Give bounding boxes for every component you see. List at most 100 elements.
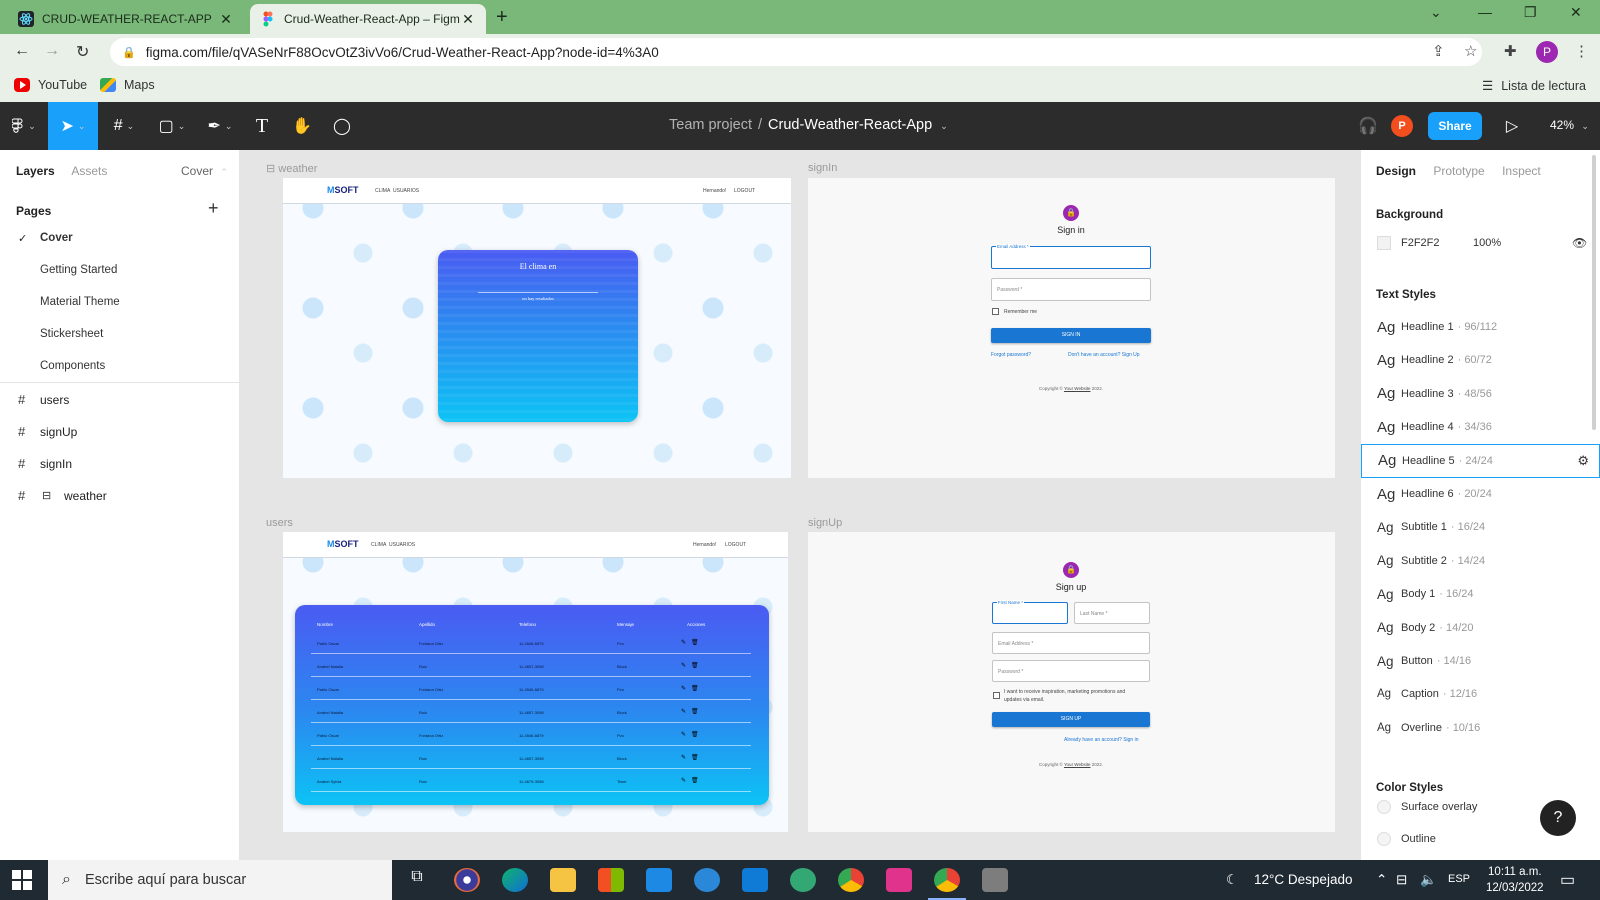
- edit-style-icon[interactable]: ⚙: [1577, 453, 1589, 469]
- background-swatch[interactable]: [1377, 236, 1391, 250]
- page-item-material-theme[interactable]: Material Theme: [40, 296, 120, 308]
- tab-design[interactable]: Design: [1376, 164, 1416, 178]
- signup-frame[interactable]: 🔒 Sign up First Name * Last Name * Email…: [808, 532, 1335, 832]
- users-frame[interactable]: MSOFT CLIMA USUARIOS Hernando! LOGOUT No…: [283, 532, 788, 832]
- menu-icon[interactable]: ⋮: [1574, 42, 1589, 60]
- signin-frame[interactable]: 🔒 Sign in Email Address * Password * Rem…: [808, 178, 1335, 478]
- close-tab-icon[interactable]: ✕: [460, 11, 476, 28]
- chevron-up-icon[interactable]: ⌃: [1376, 872, 1387, 888]
- bookmark-maps[interactable]: Maps: [100, 78, 155, 92]
- user-avatar[interactable]: P: [1391, 115, 1413, 137]
- delete-icon[interactable]: 🗑: [691, 662, 699, 669]
- promo-checkbox[interactable]: [993, 692, 1000, 699]
- chrome-icon[interactable]: [838, 868, 864, 892]
- help-button[interactable]: ?: [1540, 800, 1576, 836]
- remember-checkbox[interactable]: [992, 308, 999, 315]
- tab-prototype[interactable]: Prototype: [1433, 164, 1484, 178]
- text-style-item[interactable]: Ag Overline · 10/16: [1361, 711, 1600, 745]
- text-style-item[interactable]: Ag Headline 1 · 96/112: [1361, 310, 1600, 344]
- canvas[interactable]: ⊟ weather MSOFT CLIMA USUARIOS Hernando!…: [240, 150, 1360, 860]
- bookmark-star-icon[interactable]: ☆: [1464, 42, 1477, 60]
- edit-icon[interactable]: ✎: [681, 708, 686, 715]
- browser-tab-figma[interactable]: Crud-Weather-React-App – Figma ✕: [250, 4, 486, 34]
- windows-start-icon[interactable]: [12, 870, 32, 890]
- task-view-icon[interactable]: ⧉: [404, 868, 430, 892]
- weather-frame[interactable]: MSOFT CLIMA USUARIOS Hernando! LOGOUT El…: [283, 178, 791, 478]
- edit-icon[interactable]: ✎: [681, 685, 686, 692]
- volume-icon[interactable]: 🔈: [1420, 872, 1437, 888]
- restore-icon[interactable]: ❐: [1524, 4, 1537, 21]
- delete-icon[interactable]: 🗑: [691, 754, 699, 761]
- delete-icon[interactable]: 🗑: [691, 708, 699, 715]
- tab-inspect[interactable]: Inspect: [1502, 164, 1541, 178]
- intellij-icon[interactable]: [886, 868, 912, 892]
- comment-tool-button[interactable]: ◯: [326, 102, 358, 150]
- edge-icon[interactable]: [502, 868, 528, 892]
- background-color-value[interactable]: F2F2F2: [1401, 237, 1440, 249]
- edit-icon[interactable]: ✎: [681, 639, 686, 646]
- weather-status[interactable]: 12°C Despejado: [1254, 872, 1352, 887]
- eye-icon[interactable]: 👁: [1572, 236, 1587, 250]
- frame-label-users[interactable]: users: [266, 517, 293, 529]
- email-field[interactable]: Email Address *: [992, 632, 1150, 654]
- layer-signin[interactable]: signIn: [40, 457, 72, 471]
- color-style-outline[interactable]: Outline: [1377, 832, 1436, 846]
- layer-weather[interactable]: weather: [64, 489, 107, 503]
- forward-icon[interactable]: →: [44, 42, 60, 60]
- delete-icon[interactable]: 🗑: [691, 685, 699, 692]
- team-name[interactable]: Team project: [669, 117, 752, 133]
- add-page-icon[interactable]: +: [208, 198, 219, 219]
- text-style-item[interactable]: Ag Body 1 · 16/24: [1361, 577, 1600, 611]
- text-style-item[interactable]: Ag Headline 2 · 60/72: [1361, 343, 1600, 377]
- edit-icon[interactable]: ✎: [681, 777, 686, 784]
- page-item-stickersheet[interactable]: Stickersheet: [40, 328, 103, 340]
- color-style-surface-overlay[interactable]: Surface overlay: [1377, 800, 1477, 814]
- page-switcher[interactable]: Cover ⌃: [181, 164, 228, 178]
- password-field[interactable]: Password *: [991, 278, 1151, 301]
- signup-button[interactable]: SIGN UP: [992, 712, 1150, 727]
- signin-link[interactable]: Already have an account? Sign in: [1064, 737, 1139, 743]
- clock[interactable]: 10:11 a.m. 12/03/2022: [1486, 864, 1544, 896]
- url-field[interactable]: 🔒 figma.com/file/qVASeNrF88OcvOtZ3ivVo6/…: [110, 38, 1482, 66]
- reload-icon[interactable]: ↻: [76, 42, 89, 62]
- layer-users[interactable]: users: [40, 393, 69, 407]
- signin-button[interactable]: SIGN IN: [991, 328, 1151, 343]
- text-tool-button[interactable]: T: [246, 102, 278, 150]
- present-icon[interactable]: ▷: [1500, 102, 1524, 150]
- delete-icon[interactable]: 🗑: [691, 639, 699, 646]
- frame-label-weather[interactable]: ⊟ weather: [266, 162, 317, 175]
- text-style-item[interactable]: Ag Subtitle 2 · 14/24: [1361, 544, 1600, 578]
- page-item-getting-started[interactable]: Getting Started: [40, 264, 117, 276]
- website-link[interactable]: Your Website: [1064, 762, 1091, 767]
- taskbar-search[interactable]: ⌕ Escribe aquí para buscar: [48, 860, 392, 900]
- eclipse-icon[interactable]: [454, 868, 480, 892]
- tab-layers[interactable]: Layers: [16, 164, 55, 178]
- tab-assets[interactable]: Assets: [71, 164, 107, 178]
- edit-icon[interactable]: ✎: [681, 754, 686, 761]
- text-style-item[interactable]: Ag Headline 6 · 20/24: [1361, 477, 1600, 511]
- page-item-cover[interactable]: Cover: [40, 232, 73, 244]
- nav-logout[interactable]: LOGOUT: [734, 188, 755, 194]
- nav-link-usuarios[interactable]: USUARIOS: [393, 188, 419, 194]
- text-style-item[interactable]: Ag Subtitle 1 · 16/24: [1361, 510, 1600, 544]
- page-item-components[interactable]: Components: [40, 360, 105, 372]
- bookmark-youtube[interactable]: YouTube: [14, 78, 87, 92]
- new-tab-icon[interactable]: +: [496, 6, 508, 29]
- email-field[interactable]: Email Address *: [991, 244, 1151, 269]
- frame-label-signup[interactable]: signUp: [808, 517, 842, 529]
- language-indicator[interactable]: ESP: [1448, 873, 1470, 885]
- layer-signup[interactable]: signUp: [40, 425, 77, 439]
- text-style-item[interactable]: Ag Caption · 12/16: [1361, 677, 1600, 711]
- hand-tool-button[interactable]: ✋: [286, 102, 318, 150]
- pen-tool-button[interactable]: ✒ ⌄: [200, 102, 240, 150]
- frame-label-signin[interactable]: signIn: [808, 162, 837, 174]
- signup-link[interactable]: Don't have an account? Sign Up: [1068, 352, 1140, 358]
- close-window-icon[interactable]: ✕: [1570, 4, 1582, 21]
- share-button[interactable]: Share: [1428, 112, 1482, 140]
- background-opacity[interactable]: 100%: [1473, 237, 1501, 249]
- nav-logout[interactable]: LOGOUT: [725, 542, 746, 548]
- chrome-profile-icon[interactable]: [928, 868, 966, 900]
- last-name-field[interactable]: Last Name *: [1074, 602, 1150, 624]
- extensions-icon[interactable]: ✚: [1504, 42, 1517, 60]
- nav-link-usuarios[interactable]: USUARIOS: [389, 542, 415, 548]
